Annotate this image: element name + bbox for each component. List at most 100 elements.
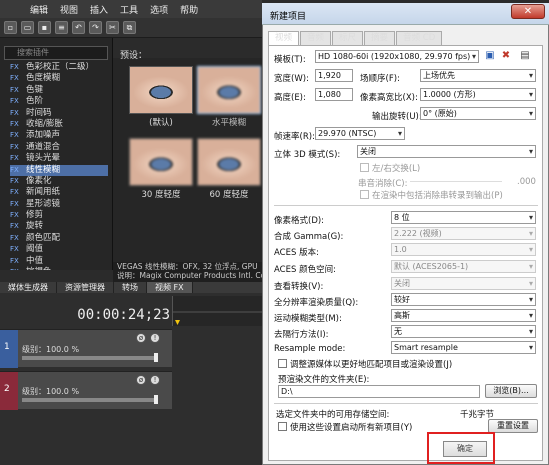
- solo-icon[interactable]: !: [150, 375, 160, 385]
- gamma-dropdown[interactable]: 2.222 (视频): [391, 227, 536, 240]
- effect-item[interactable]: FX 中值: [10, 256, 108, 267]
- save-template-icon[interactable]: ▣: [484, 50, 496, 62]
- effect-item[interactable]: FX 时间码: [10, 108, 108, 119]
- effect-item[interactable]: FX 收缩/膨胀: [10, 119, 108, 130]
- fx-icon: FX: [10, 108, 19, 117]
- height-label: 高度(E):: [274, 93, 306, 103]
- quality-dropdown[interactable]: 较好: [391, 293, 536, 306]
- menu-help[interactable]: 帮助: [180, 3, 198, 16]
- effect-item[interactable]: FX 旋转: [10, 221, 108, 232]
- pixel-format-dropdown[interactable]: 8 位: [391, 211, 536, 224]
- resample-dropdown[interactable]: Smart resample: [391, 341, 536, 354]
- preset-thumb-horizontal-blur[interactable]: [197, 66, 261, 114]
- tab-audio[interactable]: 音频: [300, 31, 332, 45]
- effect-item[interactable]: FX 色键: [10, 85, 108, 96]
- resample-label: Resample mode:: [274, 344, 346, 354]
- tab-audio-cd[interactable]: 音频 CD: [396, 31, 443, 45]
- tab-transitions[interactable]: 转场: [114, 282, 147, 293]
- effect-item[interactable]: FX 添加噪声: [10, 130, 108, 141]
- copy-icon[interactable]: ⧉: [123, 21, 136, 34]
- motion-blur-label: 运动模糊类型(M):: [274, 314, 342, 324]
- menu-insert[interactable]: 插入: [90, 3, 108, 16]
- view-transform-dropdown[interactable]: 关闭: [391, 277, 536, 290]
- use-defaults-checkbox[interactable]: [278, 422, 287, 431]
- preset-thumb-default[interactable]: [129, 66, 193, 114]
- menu-tools[interactable]: 工具: [120, 3, 138, 16]
- effect-item[interactable]: FX 新闻用纸: [10, 187, 108, 198]
- effect-item[interactable]: FX 星形滤镜: [10, 199, 108, 210]
- menu-options[interactable]: 选项: [150, 3, 168, 16]
- deinterlace-dropdown[interactable]: 无: [391, 325, 536, 338]
- fx-icon: FX: [10, 256, 19, 265]
- close-button[interactable]: ✕: [511, 4, 545, 19]
- tab-summary[interactable]: 摘要: [364, 31, 396, 45]
- slider-handle[interactable]: [154, 353, 158, 362]
- pixel-aspect-dropdown[interactable]: 1.0000 (方形): [420, 88, 536, 101]
- aces-version-dropdown[interactable]: 1.0: [391, 243, 536, 256]
- motion-blur-dropdown[interactable]: 高斯: [391, 309, 536, 322]
- effect-item[interactable]: FX 线性模糊: [10, 164, 108, 176]
- crosstalk-slider[interactable]: [410, 181, 502, 182]
- delete-template-icon[interactable]: ✖: [500, 50, 512, 62]
- new-file-icon[interactable]: ▫: [4, 21, 17, 34]
- properties-icon[interactable]: ≡: [55, 21, 68, 34]
- open-icon[interactable]: ▭: [21, 21, 34, 34]
- field-order-dropdown[interactable]: 上场优先: [420, 69, 536, 82]
- search-input[interactable]: 搜索插件: [4, 46, 108, 60]
- view-transform-label: 查看转换(V):: [274, 282, 324, 292]
- preset-label: 30 度轻度: [141, 190, 181, 200]
- tab-media-generators[interactable]: 媒体生成器: [0, 282, 57, 293]
- redo-icon[interactable]: ↷: [89, 21, 102, 34]
- preset-thumb-60deg[interactable]: [197, 138, 261, 186]
- prerender-path-field[interactable]: D:\: [278, 385, 480, 398]
- undo-icon[interactable]: ↶: [72, 21, 85, 34]
- template-dropdown[interactable]: HD 1080-60i (1920x1080, 29.970 fps): [315, 50, 479, 63]
- effect-item[interactable]: FX 阈值: [10, 244, 108, 255]
- aces-space-dropdown[interactable]: 默认 (ACES2065-1): [391, 260, 536, 273]
- effect-item[interactable]: FX棕褐色: [10, 267, 108, 270]
- match-media-icon[interactable]: ▤: [519, 50, 531, 62]
- timeline-ruler[interactable]: [172, 296, 266, 326]
- reset-button[interactable]: 重置设置: [488, 419, 538, 433]
- dialog-tabs: 视频 音频 标尺 摘要 音频 CD: [268, 31, 443, 45]
- toolbar: ▫ ▭ ▪ ≡ ↶ ↷ ✂ ⧉: [0, 18, 262, 38]
- tab-explorer[interactable]: 资源管理器: [57, 282, 114, 293]
- stereo-dropdown[interactable]: 关闭: [357, 145, 536, 158]
- height-field[interactable]: 1,080: [315, 88, 353, 101]
- save-icon[interactable]: ▪: [38, 21, 51, 34]
- adjust-source-checkbox[interactable]: [278, 359, 287, 368]
- menu-view[interactable]: 视图: [60, 3, 78, 16]
- preset-thumb-30deg[interactable]: [129, 138, 193, 186]
- tab-video-fx[interactable]: 视频 FX: [147, 282, 193, 293]
- swap-checkbox[interactable]: [360, 163, 369, 172]
- mute-icon[interactable]: ø: [136, 333, 146, 343]
- level-slider[interactable]: [22, 353, 158, 362]
- menu-edit[interactable]: 编辑: [30, 3, 48, 16]
- track-1[interactable]: 1 ø ! 级别：100.0 %: [0, 329, 172, 368]
- aces-version-label: ACES 版本:: [274, 248, 319, 258]
- cut-icon[interactable]: ✂: [106, 21, 119, 34]
- tab-video[interactable]: 视频: [268, 31, 300, 45]
- effect-item[interactable]: FX 修剪: [10, 210, 108, 221]
- tab-ruler[interactable]: 标尺: [332, 31, 364, 45]
- effect-label: 时间码: [26, 107, 52, 118]
- effect-item[interactable]: FX 色彩校正（二级）: [10, 62, 108, 73]
- include-checkbox[interactable]: [360, 190, 369, 199]
- effect-item[interactable]: FX 色阶: [10, 96, 108, 107]
- effect-item[interactable]: FX 像素化: [10, 176, 108, 187]
- mute-icon[interactable]: ø: [136, 375, 146, 385]
- framerate-dropdown[interactable]: 29.970 (NTSC): [315, 127, 405, 140]
- level-slider[interactable]: [22, 395, 158, 404]
- fx-icon: FX: [10, 165, 19, 174]
- width-field[interactable]: 1,920: [315, 69, 353, 82]
- effect-item[interactable]: FX 颜色匹配: [10, 233, 108, 244]
- slider-handle[interactable]: [154, 395, 158, 404]
- effect-item[interactable]: FX 色度模糊: [10, 73, 108, 84]
- browse-button[interactable]: 浏览(B)...: [485, 384, 537, 398]
- track-2[interactable]: 2 ø ! 级别：100.0 %: [0, 371, 172, 410]
- adjust-source-label: 调整源媒体以更好地匹配项目或渲染设置(J): [290, 360, 453, 370]
- effect-item[interactable]: FX 镜头光晕: [10, 153, 108, 164]
- solo-icon[interactable]: !: [150, 333, 160, 343]
- effect-item[interactable]: FX 通道混合: [10, 142, 108, 153]
- rotation-dropdown[interactable]: 0° (原始): [420, 107, 536, 120]
